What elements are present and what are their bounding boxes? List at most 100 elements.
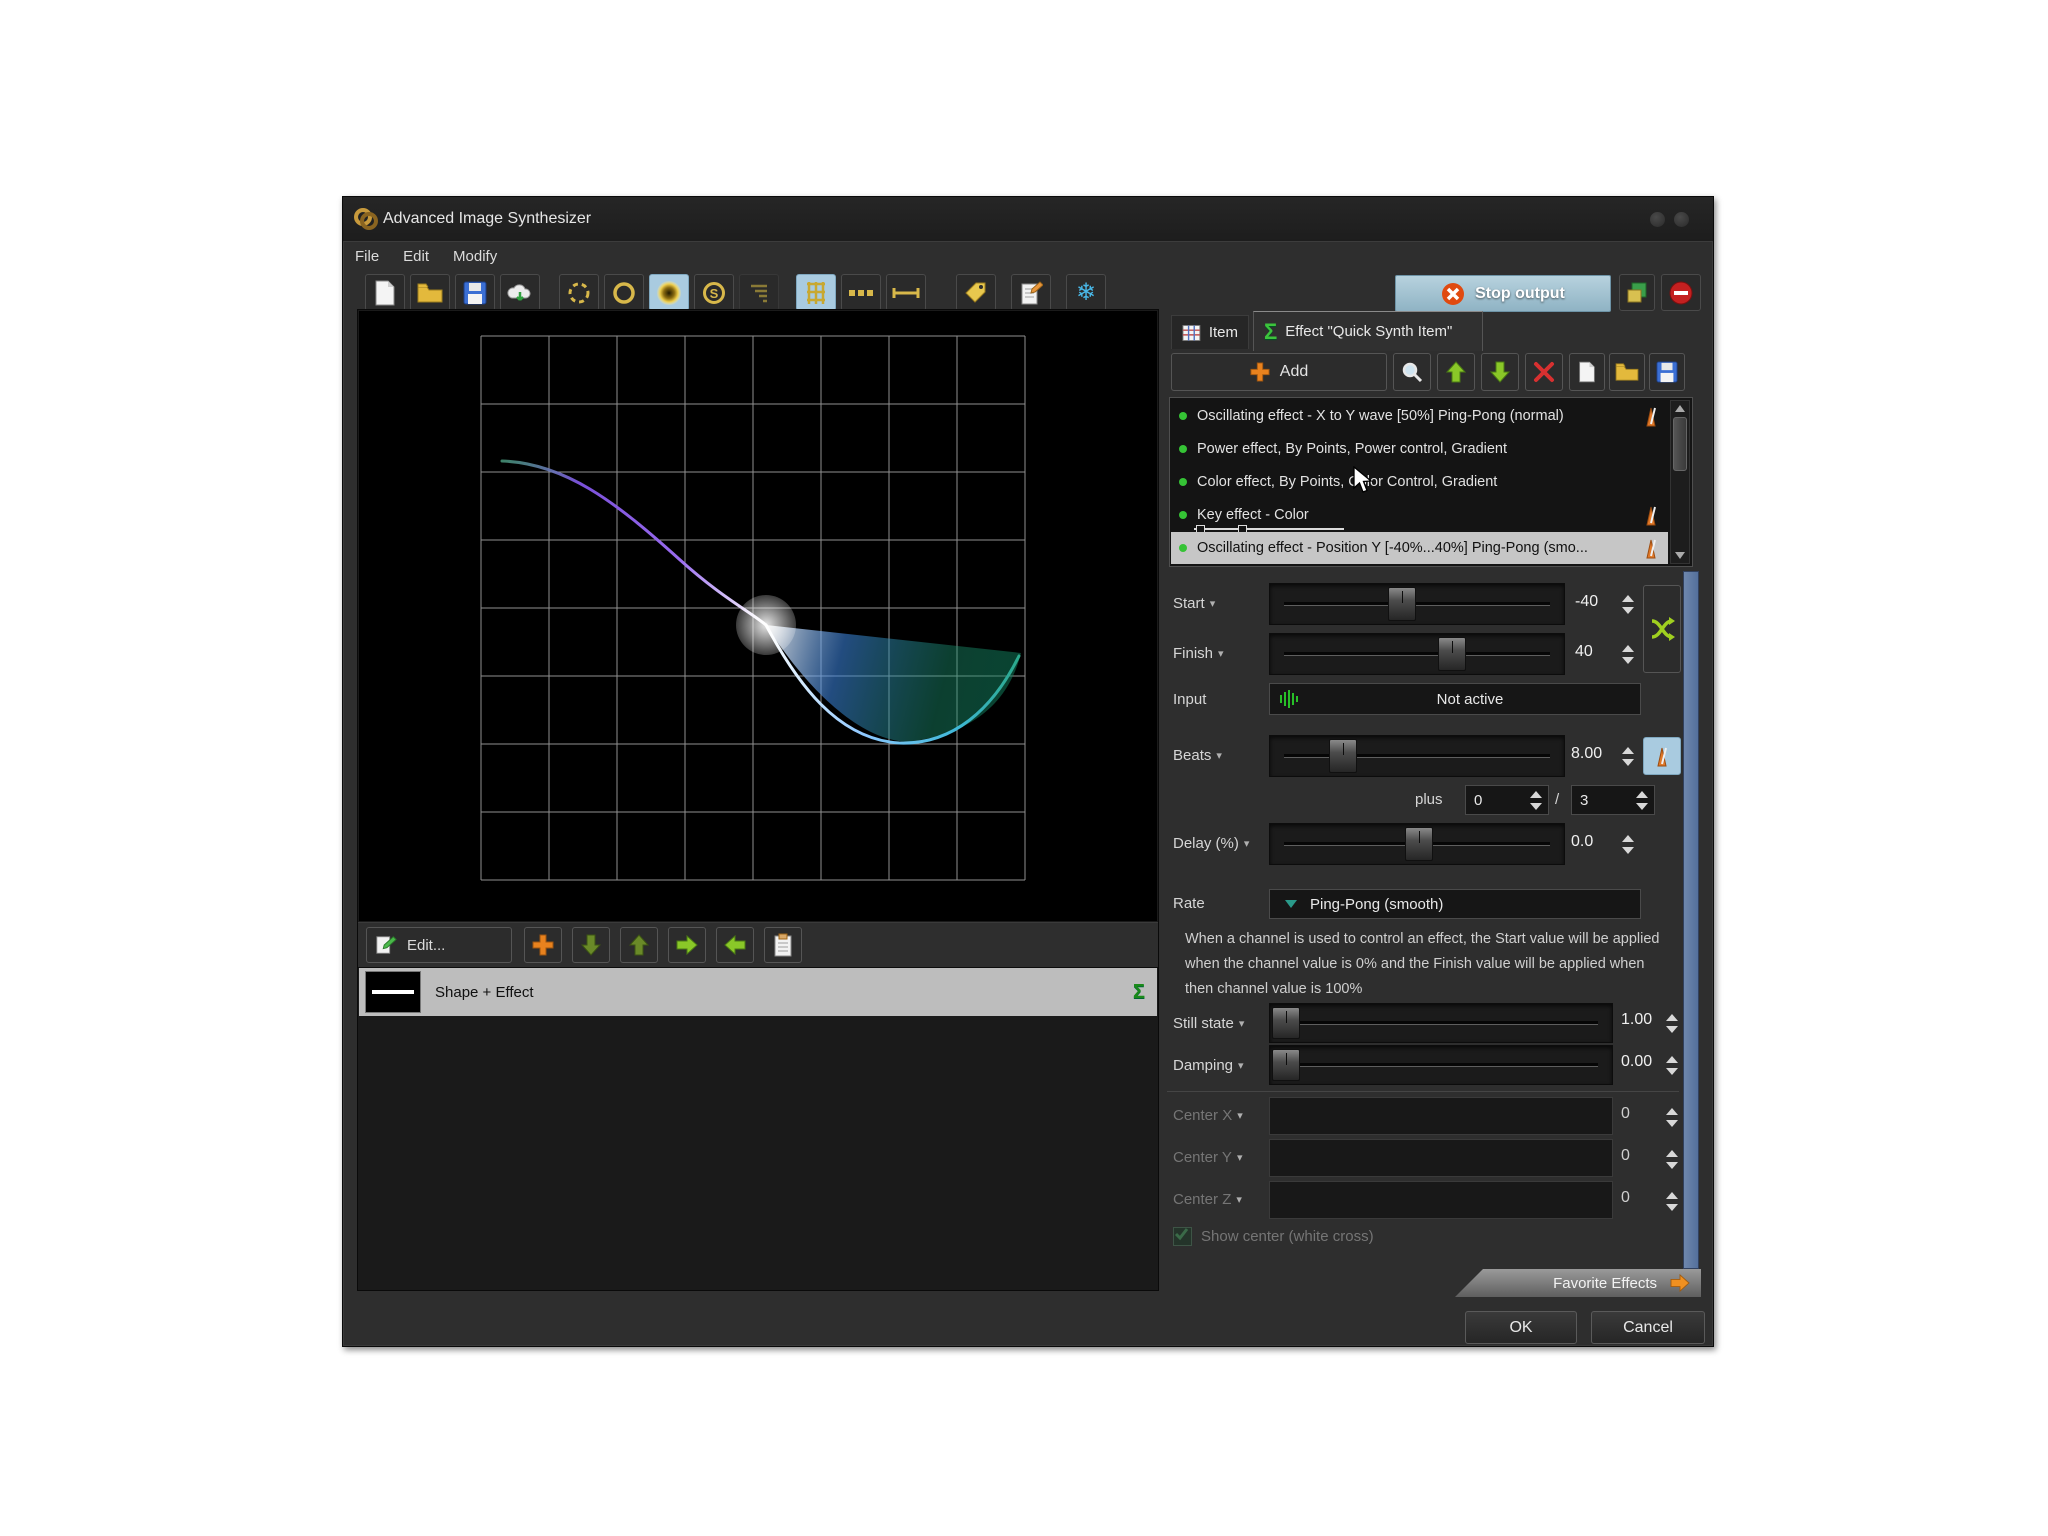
finish-spinner[interactable] <box>1619 637 1637 671</box>
move-down-button[interactable] <box>572 927 610 963</box>
new-effect-list-button[interactable] <box>1569 353 1605 391</box>
still-state-value[interactable]: 1.00 <box>1621 1011 1652 1029</box>
freeze-button[interactable]: ❄ <box>1066 274 1106 311</box>
add-shape-button[interactable] <box>524 927 562 963</box>
effect-move-up-button[interactable] <box>1437 353 1475 391</box>
search-effect-button[interactable] <box>1393 353 1431 391</box>
stop-output-button[interactable]: Stop output <box>1395 275 1611 312</box>
save-effect-button[interactable] <box>1649 353 1685 391</box>
tab-item[interactable]: Item <box>1171 315 1249 349</box>
still-state-label[interactable]: Still state <box>1173 1015 1244 1032</box>
shape-list-row[interactable]: Shape + Effect Σ <box>359 968 1157 1016</box>
beats-label[interactable]: Beats <box>1173 747 1222 764</box>
per-spinner[interactable] <box>1633 787 1651 813</box>
delay-slider[interactable] <box>1269 823 1565 865</box>
menu-modify[interactable]: Modify <box>441 245 509 268</box>
open-effect-button[interactable] <box>1609 353 1645 391</box>
start-spinner[interactable] <box>1619 587 1637 621</box>
key-effect-timeline[interactable] <box>1194 528 1344 530</box>
scroll-down-icon[interactable] <box>1675 552 1685 559</box>
start-label[interactable]: Start <box>1173 595 1215 612</box>
still-state-handle[interactable] <box>1272 1007 1300 1039</box>
move-left-button[interactable] <box>716 927 754 963</box>
finish-label[interactable]: Finish <box>1173 645 1224 662</box>
damping-label[interactable]: Damping <box>1173 1057 1244 1074</box>
damping-handle[interactable] <box>1272 1049 1300 1081</box>
paste-notes-button[interactable] <box>764 927 802 963</box>
minimize-button[interactable] <box>1650 212 1665 227</box>
save-button[interactable] <box>455 274 495 311</box>
beats-slider-handle[interactable] <box>1329 739 1357 773</box>
new-document-button[interactable] <box>365 274 405 311</box>
start-slider-handle[interactable] <box>1388 587 1416 621</box>
effect-row-2[interactable]: Power effect, By Points, Power control, … <box>1171 433 1668 465</box>
still-state-slider[interactable] <box>1269 1003 1613 1043</box>
center-z-spinner[interactable] <box>1663 1185 1681 1217</box>
tag-icon <box>963 280 989 306</box>
edit-button[interactable]: Edit... <box>366 927 512 963</box>
finish-value[interactable]: 40 <box>1575 643 1593 661</box>
delay-label[interactable]: Delay (%) <box>1173 835 1249 852</box>
cancel-button[interactable]: Cancel <box>1591 1311 1705 1344</box>
rate-dropdown[interactable]: Ping-Pong (smooth) <box>1269 889 1641 919</box>
cloud-save-button[interactable] <box>500 274 540 311</box>
effect-list-scrollbar[interactable] <box>1670 400 1690 564</box>
effect-row-1[interactable]: Oscillating effect - X to Y wave [50%] P… <box>1171 400 1668 432</box>
input-state-box[interactable]: Not active <box>1269 683 1641 715</box>
beats-metronome-button[interactable] <box>1643 737 1681 775</box>
fade-lines-tool-button[interactable] <box>739 274 779 311</box>
tag-tool-button[interactable] <box>956 274 996 311</box>
center-x-spinner[interactable] <box>1663 1101 1681 1133</box>
beats-spinner[interactable] <box>1619 739 1637 773</box>
ok-button[interactable]: OK <box>1465 1311 1577 1344</box>
layers-button[interactable] <box>1619 274 1655 311</box>
favorite-effects-label: Favorite Effects <box>1553 1275 1657 1292</box>
circle-tool-button[interactable] <box>604 274 644 311</box>
delete-effect-button[interactable] <box>1525 353 1563 391</box>
finish-slider-handle[interactable] <box>1438 637 1466 671</box>
line-span-tool-button[interactable] <box>886 274 926 311</box>
start-value[interactable]: -40 <box>1575 593 1598 611</box>
damping-spinner[interactable] <box>1663 1049 1681 1081</box>
dots-tool-button[interactable] <box>841 274 881 311</box>
tab-effect[interactable]: Σ Effect "Quick Synth Item" <box>1253 311 1483 351</box>
damping-value[interactable]: 0.00 <box>1621 1053 1652 1071</box>
delay-spinner[interactable] <box>1619 827 1637 861</box>
center-y-spinner[interactable] <box>1663 1143 1681 1175</box>
delay-value[interactable]: 0.0 <box>1571 833 1593 851</box>
open-button[interactable] <box>410 274 450 311</box>
menu-file[interactable]: File <box>343 245 391 268</box>
grid-toggle-button[interactable] <box>796 274 836 311</box>
move-up-button[interactable] <box>620 927 658 963</box>
menu-edit[interactable]: Edit <box>391 245 441 268</box>
plus-spinner[interactable] <box>1527 787 1545 813</box>
finish-slider[interactable] <box>1269 633 1565 675</box>
favorite-effects-button[interactable]: Favorite Effects <box>1455 1269 1701 1297</box>
still-state-spinner[interactable] <box>1663 1007 1681 1039</box>
show-center-checkbox[interactable] <box>1173 1227 1192 1246</box>
effect-move-down-button[interactable] <box>1481 353 1519 391</box>
swap-start-finish-button[interactable] <box>1643 585 1681 673</box>
scroll-up-icon[interactable] <box>1675 405 1685 412</box>
laser-preview[interactable] <box>359 311 1157 921</box>
delay-slider-handle[interactable] <box>1405 827 1433 861</box>
beats-value[interactable]: 8.00 <box>1571 745 1602 763</box>
blackout-button[interactable] <box>1661 274 1701 311</box>
beats-slider[interactable] <box>1269 735 1565 777</box>
effect-row-5-selected[interactable]: Oscillating effect - Position Y [-40%...… <box>1171 532 1668 564</box>
notes-button[interactable] <box>1011 274 1051 311</box>
title-bar[interactable]: Advanced Image Synthesizer <box>343 197 1713 242</box>
s-shape-tool-button[interactable]: S <box>694 274 734 311</box>
stop-x-icon <box>1441 282 1465 306</box>
menu-bar: File Edit Modify <box>343 241 1713 271</box>
dashed-circle-tool-button[interactable] <box>559 274 599 311</box>
add-effect-button[interactable]: Add <box>1171 353 1387 391</box>
params-scrollbar[interactable] <box>1683 571 1699 1269</box>
close-button[interactable] <box>1674 212 1689 227</box>
move-right-button[interactable] <box>668 927 706 963</box>
filled-circle-tool-button[interactable] <box>649 274 689 311</box>
damping-slider[interactable] <box>1269 1045 1613 1085</box>
effect-row-3[interactable]: Color effect, By Points, Color Control, … <box>1171 466 1668 498</box>
scroll-thumb[interactable] <box>1673 417 1687 471</box>
start-slider[interactable] <box>1269 583 1565 625</box>
